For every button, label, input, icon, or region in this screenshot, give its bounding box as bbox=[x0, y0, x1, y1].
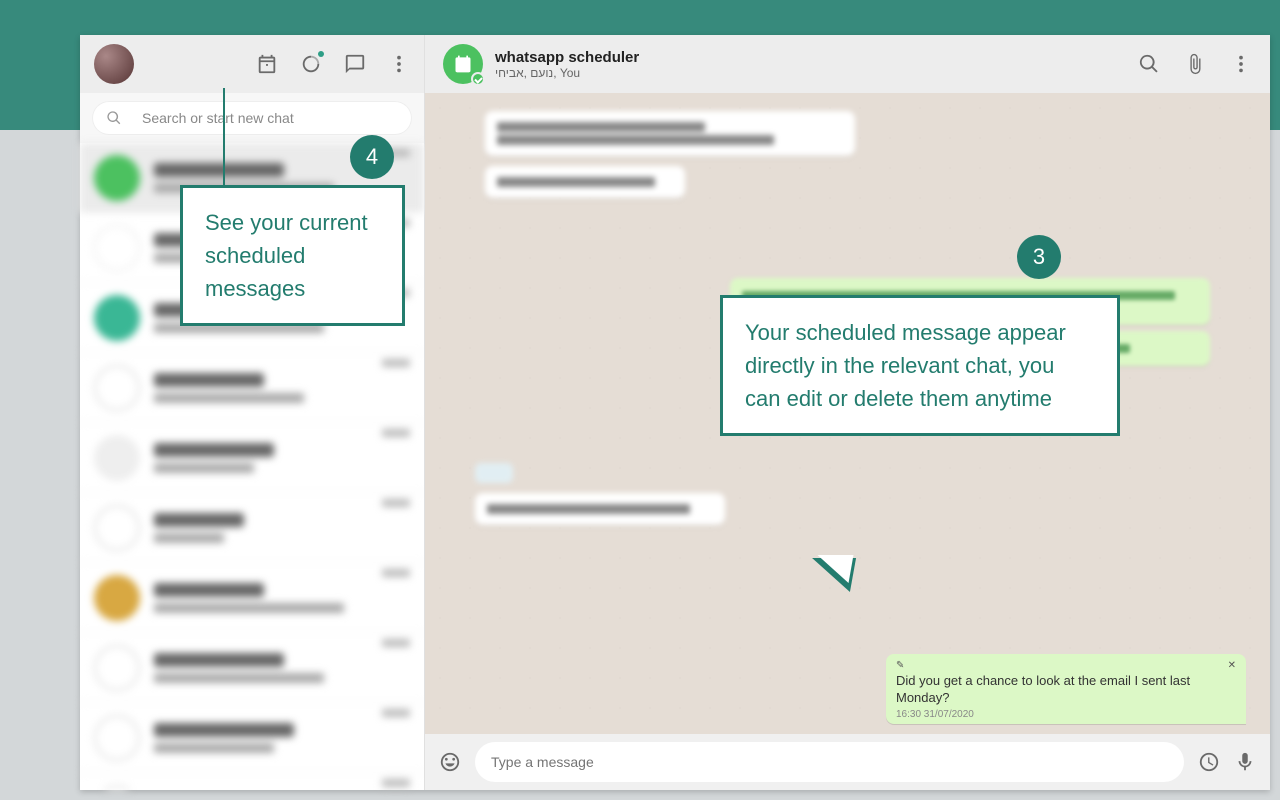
annotation-badge-3: 3 bbox=[1017, 235, 1061, 279]
sidebar-header bbox=[80, 35, 424, 93]
chat-list-item[interactable] bbox=[80, 703, 424, 773]
delete-scheduled-icon[interactable]: ✕ bbox=[1228, 660, 1236, 671]
scheduler-calendar-icon[interactable] bbox=[256, 53, 278, 75]
mic-icon[interactable] bbox=[1234, 751, 1256, 773]
chat-list-item[interactable] bbox=[80, 633, 424, 703]
chat-list-item[interactable] bbox=[80, 353, 424, 423]
chat-list-item[interactable] bbox=[80, 493, 424, 563]
search-icon bbox=[106, 110, 122, 126]
annotation-callout-3: Your scheduled message appear directly i… bbox=[720, 295, 1120, 436]
incoming-message bbox=[485, 111, 855, 156]
chat-title: whatsapp scheduler bbox=[495, 49, 639, 66]
edit-scheduled-icon[interactable]: ✎ bbox=[896, 660, 904, 671]
sidebar-menu-icon[interactable] bbox=[388, 53, 410, 75]
scheduled-message-time: 16:30 31/07/2020 bbox=[896, 709, 1236, 720]
chat-subtitle: נועם ,אביחי, You bbox=[495, 66, 639, 80]
schedule-clock-icon[interactable] bbox=[1198, 751, 1220, 773]
composer bbox=[425, 734, 1270, 790]
status-icon[interactable] bbox=[300, 53, 322, 75]
chat-list-item[interactable] bbox=[80, 773, 424, 790]
annotation-pointer bbox=[223, 88, 225, 188]
chat-list-item[interactable] bbox=[80, 423, 424, 493]
annotation-callout-4: See your current scheduled messages bbox=[180, 185, 405, 326]
chat-search-icon[interactable] bbox=[1138, 53, 1160, 75]
scheduled-message-text: Did you get a chance to look at the emai… bbox=[896, 673, 1236, 707]
message-input[interactable] bbox=[491, 754, 1168, 770]
attach-icon[interactable] bbox=[1184, 53, 1206, 75]
new-chat-icon[interactable] bbox=[344, 53, 366, 75]
incoming-message bbox=[475, 493, 725, 525]
chat-list-item[interactable] bbox=[80, 563, 424, 633]
scheduled-message-bubble[interactable]: ✎ ✕ Did you get a chance to look at the … bbox=[886, 654, 1246, 724]
me-avatar[interactable] bbox=[94, 44, 134, 84]
incoming-message bbox=[485, 166, 685, 198]
emoji-icon[interactable] bbox=[439, 751, 461, 773]
search-input[interactable] bbox=[142, 110, 398, 126]
date-separator bbox=[475, 463, 513, 483]
annotation-badge-4: 4 bbox=[350, 135, 394, 179]
chat-menu-icon[interactable] bbox=[1230, 53, 1252, 75]
chat-header: whatsapp scheduler נועם ,אביחי, You bbox=[425, 35, 1270, 93]
chat-header-avatar[interactable] bbox=[443, 44, 483, 84]
